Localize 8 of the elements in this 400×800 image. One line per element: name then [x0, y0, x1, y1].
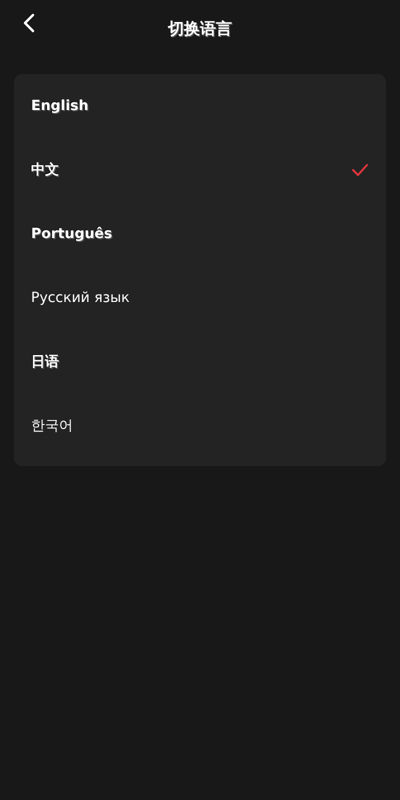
- language-option[interactable]: 한국어: [14, 394, 386, 458]
- language-option[interactable]: Русский язык: [14, 266, 386, 330]
- page-title: 切换语言: [168, 18, 232, 40]
- language-option[interactable]: English: [14, 74, 386, 138]
- back-icon: [22, 12, 36, 34]
- language-option[interactable]: 日语: [14, 330, 386, 394]
- language-option[interactable]: 中文: [14, 138, 386, 202]
- language-option[interactable]: Português: [14, 202, 386, 266]
